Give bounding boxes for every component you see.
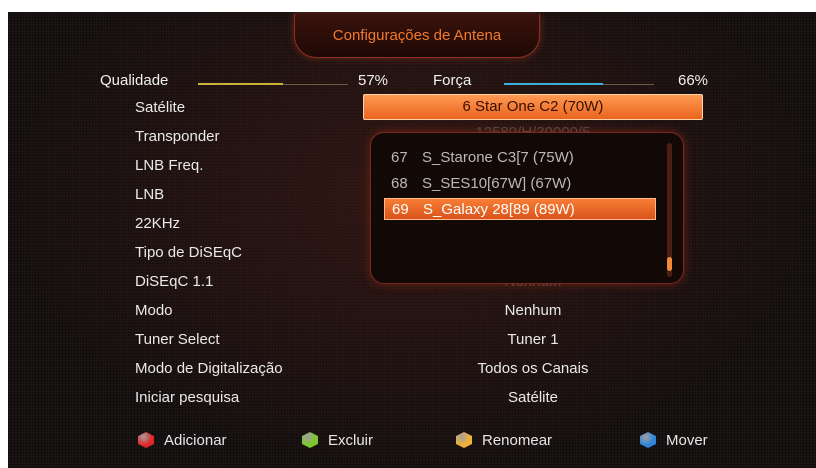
list-item-number: 69 [392, 201, 409, 218]
page-title: Configurações de Antena [332, 27, 502, 44]
tuner-select-value[interactable]: Tuner 1 [363, 331, 703, 348]
satellite-select[interactable]: 6 Star One C2 (70W) [363, 94, 703, 120]
list-item-number: 68 [391, 175, 408, 192]
row-label-lnb-freq[interactable]: LNB Freq. [135, 157, 203, 174]
list-item-name: S_SES10[67W] (67W) [422, 175, 572, 192]
strength-bar [504, 83, 603, 85]
row-label-diseqc-type[interactable]: Tipo de DiSEqC [135, 244, 242, 261]
legend-add[interactable]: Adicionar [138, 430, 227, 450]
list-scrollbar[interactable] [667, 143, 672, 277]
list-scroll-thumb[interactable] [667, 257, 672, 271]
quality-bar [198, 83, 283, 85]
quality-value: 57% [358, 72, 389, 89]
blue-key-icon [640, 432, 656, 448]
stb-screen: Configurações de Antena Qualidade 57% Fo… [8, 12, 816, 468]
row-label-scan-mode[interactable]: Modo de Digitalização [135, 360, 283, 377]
list-item-satellite-67[interactable]: 67 S_Starone C3[7 (75W) [384, 147, 656, 169]
list-item-number: 67 [391, 149, 408, 166]
row-label-22khz[interactable]: 22KHz [135, 215, 180, 232]
legend-rename-label: Renomear [482, 431, 553, 449]
legend-delete-label: Excluir [328, 431, 374, 449]
quality-label: Qualidade [100, 72, 169, 89]
list-item-satellite-68[interactable]: 68 S_SES10[67W] (67W) [384, 173, 656, 195]
legend-move[interactable]: Mover [640, 430, 708, 450]
row-label-mode[interactable]: Modo [135, 302, 173, 319]
legend-rename[interactable]: Renomear [456, 430, 552, 450]
list-item-name: S_Starone C3[7 (75W) [422, 149, 574, 166]
scan-mode-value[interactable]: Todos os Canais [363, 360, 703, 377]
row-label-diseqc-11[interactable]: DiSEqC 1.1 [135, 273, 213, 290]
legend-delete[interactable]: Excluir [302, 430, 373, 450]
start-search-value[interactable]: Satélite [363, 389, 703, 406]
yellow-key-icon [456, 432, 472, 448]
legend-move-label: Mover [666, 431, 708, 449]
row-label-transponder[interactable]: Transponder [135, 128, 220, 145]
row-label-tuner-select[interactable]: Tuner Select [135, 331, 220, 348]
legend-add-label: Adicionar [164, 431, 227, 449]
red-key-icon [138, 432, 154, 448]
row-label-start-search[interactable]: Iniciar pesquisa [135, 389, 239, 406]
list-item-name: S_Galaxy 28[89 (89W) [423, 201, 575, 218]
row-label-lnb[interactable]: LNB [135, 186, 164, 203]
row-label-satellite[interactable]: Satélite [135, 99, 185, 116]
strength-label: Força [433, 72, 472, 89]
satellite-dropdown-list[interactable]: 67 S_Starone C3[7 (75W) 68 S_SES10[67W] (6… [370, 132, 684, 284]
title-tab: Configurações de Antena [294, 14, 540, 58]
list-item-satellite-69-selected[interactable]: 69 S_Galaxy 28[89 (89W) [384, 198, 656, 220]
strength-value: 66% [678, 72, 709, 89]
mode-value[interactable]: Nenhum [363, 302, 703, 319]
green-key-icon [302, 432, 318, 448]
